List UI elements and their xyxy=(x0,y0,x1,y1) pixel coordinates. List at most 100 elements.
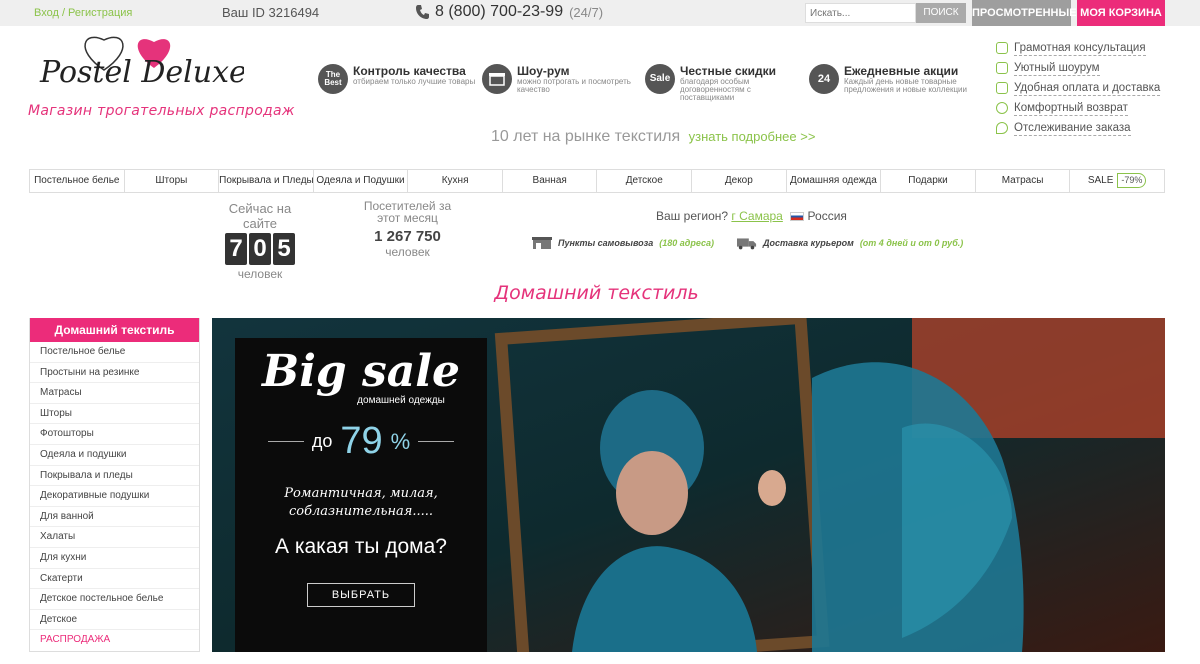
sidebar-title[interactable]: Домашний текстиль xyxy=(30,318,199,342)
promo-discount: до 79 % xyxy=(235,420,487,463)
pickup-label: Пункты самовывоза xyxy=(558,238,654,248)
cart-button[interactable]: МОЯ КОРЗИНА xyxy=(1077,0,1165,26)
payment-icon xyxy=(996,82,1008,94)
sidebar-item-sale[interactable]: РАСПРОДАЖА xyxy=(30,630,199,651)
service-consultation[interactable]: Грамотная консультация xyxy=(996,38,1160,58)
feature-title: Ежедневные акции xyxy=(844,64,959,78)
phone-number[interactable]: 8 (800) 700-23-99 xyxy=(435,3,563,21)
delivery-label: Доставка курьером xyxy=(763,238,854,248)
nav-kids[interactable]: Детское xyxy=(597,170,693,192)
feature-title: Контроль качества xyxy=(353,64,466,78)
sale-badge-icon: Sale xyxy=(645,64,675,94)
sidebar-item-tablecloths[interactable]: Скатерти xyxy=(30,569,199,590)
years-text: 10 лет на рынке текстиля xyxy=(491,128,681,145)
tagline: Магазин трогательных распродаж xyxy=(28,103,295,119)
counter-digit: 5 xyxy=(273,233,295,265)
consultation-icon xyxy=(996,42,1008,54)
promo-prefix: до xyxy=(311,431,333,451)
courier-delivery[interactable]: Доставка курьером (от 4 дней и от 0 руб.… xyxy=(737,236,963,250)
services-list: Грамотная консультация Уютный шоурум Удо… xyxy=(996,38,1161,138)
feature-title: Шоу-рум xyxy=(517,64,570,78)
logo[interactable]: Postel Deluxe xyxy=(34,30,244,100)
service-payment[interactable]: Удобная оплата и доставка xyxy=(996,78,1161,98)
sidebar-item-photo-curtains[interactable]: Фотошторы xyxy=(30,424,199,445)
best-badge-icon: The Best xyxy=(318,64,348,94)
truck-icon xyxy=(737,238,757,250)
region-city-link[interactable]: г Самара xyxy=(731,209,782,223)
service-showroom[interactable]: Уютный шоурум xyxy=(996,58,1160,78)
sidebar-menu: Домашний текстиль Постельное белье Прост… xyxy=(29,318,200,652)
logo-text: Postel Deluxe xyxy=(39,55,244,90)
region-selector: Ваш регион? г Самара Россия xyxy=(656,209,847,223)
region-country[interactable]: Россия xyxy=(808,209,847,223)
feature-desc: отбираем только лучшие товары xyxy=(353,77,476,86)
sidebar-item-throws[interactable]: Покрывала и пледы xyxy=(30,466,199,487)
region-label: Ваш регион? xyxy=(656,209,729,223)
monthly-label: Посетителей за этот месяц xyxy=(363,199,452,225)
counter-digit: 0 xyxy=(249,233,271,265)
sidebar-item-kitchen[interactable]: Для кухни xyxy=(30,548,199,569)
return-icon xyxy=(996,102,1008,114)
service-return[interactable]: Комфортный возврат xyxy=(996,98,1160,118)
online-label: Сейчас на сайте xyxy=(228,201,292,231)
sidebar-item-fitted-sheets[interactable]: Простыни на резинке xyxy=(30,363,199,384)
user-id: Ваш ID 3216494 xyxy=(222,5,320,20)
nav-sale-label: SALE xyxy=(1087,175,1114,186)
years-more-link[interactable]: узнать подробнее >> xyxy=(689,129,816,144)
service-tracking[interactable]: Отслеживание заказа xyxy=(996,118,1160,138)
pickup-count: (180 адреса) xyxy=(659,238,714,248)
sidebar-item-curtains[interactable]: Шторы xyxy=(30,404,199,425)
feature-desc: Каждый день новые товарные предложения и… xyxy=(844,77,967,94)
phone-block: 8 (800) 700-23-99 (24/7) xyxy=(415,3,603,21)
sidebar-item-kids[interactable]: Детское xyxy=(30,610,199,631)
counter-digit: 7 xyxy=(225,233,247,265)
feature-discounts: Sale Честные скидки благодаря особым дог… xyxy=(645,64,805,102)
online-digits: 7 0 5 xyxy=(210,233,310,265)
sidebar-item-decor-pillows[interactable]: Декоративные подушки xyxy=(30,486,199,507)
top-bar: Вход / Регистрация Ваш ID 3216494 8 (800… xyxy=(0,0,1200,26)
promo-script-text: Романтичная, милая, соблазнительная..... xyxy=(284,486,438,519)
category-nav: Постельное белье Шторы Покрывала и Пледы… xyxy=(29,169,1165,193)
nav-gifts[interactable]: Подарки xyxy=(881,170,976,192)
pickup-points[interactable]: Пункты самовывоза (180 адреса) xyxy=(532,236,714,250)
promo-choose-button[interactable]: ВЫБРАТЬ xyxy=(307,583,415,607)
nav-curtains[interactable]: Шторы xyxy=(125,170,220,192)
section-title: Домашний текстиль xyxy=(494,282,699,304)
nav-bathroom[interactable]: Ванная xyxy=(503,170,598,192)
sidebar-item-mattresses[interactable]: Матрасы xyxy=(30,383,199,404)
viewed-button[interactable]: ПРОСМОТРЕННЫЕ xyxy=(972,0,1077,26)
sidebar-item-kids-bedding[interactable]: Детское постельное белье xyxy=(30,589,199,610)
search-input[interactable] xyxy=(805,3,916,23)
nav-homewear[interactable]: Домашняя одежда xyxy=(787,170,882,192)
sidebar-item-robes[interactable]: Халаты xyxy=(30,527,199,548)
phone-icon xyxy=(416,5,429,19)
online-counter: Сейчас на сайте 7 0 5 человек xyxy=(210,201,310,281)
promo-title: Big sale xyxy=(262,346,460,397)
sidebar-item-bathroom[interactable]: Для ванной xyxy=(30,507,199,528)
years-banner: 10 лет на рынке текстиля узнать подробне… xyxy=(491,128,815,146)
login-register-link[interactable]: Вход / Регистрация xyxy=(34,7,132,19)
location-pin-icon xyxy=(996,122,1008,134)
nav-sale[interactable]: SALE -79% xyxy=(1070,170,1164,192)
nav-mattresses[interactable]: Матрасы xyxy=(976,170,1071,192)
sidebar-item-bedding[interactable]: Постельное белье xyxy=(30,342,199,363)
promo-question: А какая ты дома? xyxy=(275,535,447,558)
feature-quality: The Best Контроль качества отбираем толь… xyxy=(318,64,478,94)
promo-percent: 79 xyxy=(340,420,383,462)
phone-hours: (24/7) xyxy=(569,4,604,20)
sidebar-item-duvets-pillows[interactable]: Одеяла и подушки xyxy=(30,445,199,466)
shop-icon xyxy=(482,64,512,94)
hero-banner[interactable]: Big sale домашней одежды до 79 % Романти… xyxy=(212,318,1165,652)
nav-decor[interactable]: Декор xyxy=(692,170,787,192)
showroom-icon xyxy=(996,62,1008,74)
feature-showroom: Шоу-рум можно потрогать и посмотреть кач… xyxy=(482,64,642,94)
feature-daily: 24 Ежедневные акции Каждый день новые то… xyxy=(809,64,969,94)
nav-bedding[interactable]: Постельное белье xyxy=(30,170,125,192)
nav-blankets-throws[interactable]: Покрывала и Пледы xyxy=(219,170,314,192)
nav-kitchen[interactable]: Кухня xyxy=(408,170,503,192)
online-unit: человек xyxy=(237,267,283,281)
nav-duvets-pillows[interactable]: Одеяла и Подушки xyxy=(314,170,409,192)
russia-flag-icon xyxy=(790,212,805,221)
search-button[interactable]: ПОИСК xyxy=(916,3,966,23)
promo-percent-sign: % xyxy=(390,428,411,454)
